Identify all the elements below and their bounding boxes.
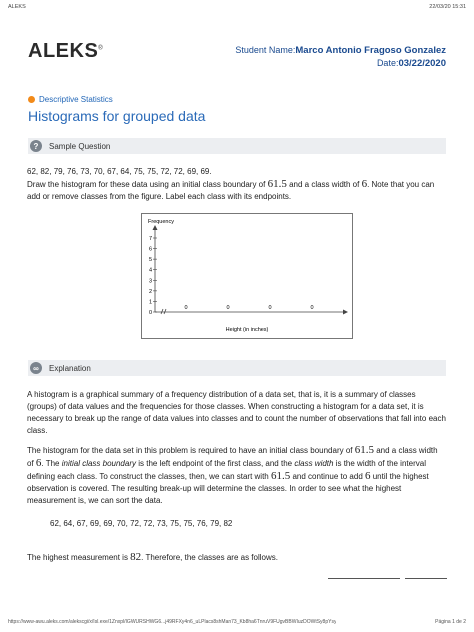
explanation-para-1: A histogram is a graphical summary of a … xyxy=(27,390,446,435)
sample-question-bar: ? Sample Question xyxy=(28,138,446,154)
footer-page: Página 1 de 2 xyxy=(435,619,466,625)
topic-dot-icon xyxy=(28,96,35,103)
topic-label: Descriptive Statistics xyxy=(39,95,113,104)
divider xyxy=(405,578,447,579)
sorted-data: 62, 64, 67, 69, 69, 70, 72, 72, 73, 75, … xyxy=(50,519,233,528)
y-tick-label: 5 xyxy=(149,257,152,263)
y-tick-label: 3 xyxy=(149,278,152,284)
print-header-date: 22/03/20 15:31 xyxy=(429,4,466,10)
question-text: 62, 82, 79, 76, 73, 70, 67, 64, 75, 75, … xyxy=(27,166,446,203)
student-name-label: Student Name: xyxy=(235,45,296,55)
print-header-left: ALEKS xyxy=(8,4,26,10)
question-data: 62, 82, 79, 76, 73, 70, 67, 64, 75, 75, … xyxy=(27,167,212,176)
page-title: Histograms for grouped data xyxy=(28,108,206,124)
y-tick-label: 1 xyxy=(149,299,152,305)
print-footer: https://www-awu.aleks.com/alekscgi/x/Isl… xyxy=(8,619,466,625)
student-info: Student Name:Marco Antonio Fragoso Gonza… xyxy=(235,44,446,70)
y-tick-label: 7 xyxy=(149,236,152,242)
date-label: Date: xyxy=(376,58,399,68)
bar-value-label[interactable]: 0 xyxy=(184,305,187,311)
histogram-widget[interactable]: Frequency 7 6 5 4 3 2 1 0 0 0 0 0 Height (in inche… xyxy=(141,213,353,339)
footer-url: https://www-awu.aleks.com/alekscgi/x/Isl… xyxy=(8,619,337,625)
print-header: ALEKS 22/03/20 15:31 xyxy=(8,4,466,10)
divider xyxy=(328,578,400,579)
explanation-bar: ∞ Explanation xyxy=(28,360,446,376)
y-tick-label: 0 xyxy=(149,310,152,316)
bar-value-label[interactable]: 0 xyxy=(226,305,229,311)
axis-break-icon xyxy=(160,308,167,315)
highest-value: 82 xyxy=(130,551,142,563)
sample-question-label: Sample Question xyxy=(49,141,111,151)
y-tick-label: 2 xyxy=(149,289,152,295)
bar-value-label[interactable]: 0 xyxy=(268,305,271,311)
y-tick-label: 4 xyxy=(149,268,152,274)
bar-value-label[interactable]: 0 xyxy=(310,305,313,311)
y-tick-label: 6 xyxy=(149,247,152,253)
explanation-para-2: The histogram for the data set in this p… xyxy=(27,444,438,505)
x-axis-label: Height (in inches) xyxy=(226,327,269,333)
question-icon: ? xyxy=(30,140,42,152)
initial-boundary-value: 61.5 xyxy=(267,178,287,190)
histogram-chart[interactable]: Frequency 7 6 5 4 3 2 1 0 0 0 0 0 Height (in inche… xyxy=(142,214,352,338)
infinity-icon: ∞ xyxy=(30,362,42,374)
explanation-para-3: The highest measurement is 82. Therefore… xyxy=(27,551,278,563)
topic-breadcrumb[interactable]: Descriptive Statistics xyxy=(28,95,113,104)
explanation-label: Explanation xyxy=(49,363,91,373)
date-value: 03/22/2020 xyxy=(398,58,446,69)
student-name-value: Marco Antonio Fragoso Gonzalez xyxy=(295,45,446,56)
y-axis-label: Frequency xyxy=(148,219,174,225)
aleks-logo: ALEKS® xyxy=(28,40,104,62)
